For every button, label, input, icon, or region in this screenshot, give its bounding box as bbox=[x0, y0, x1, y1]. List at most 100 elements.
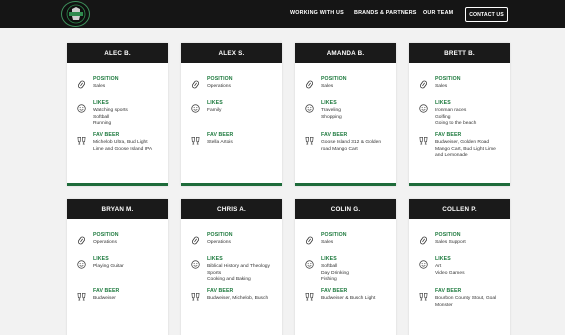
section-value: Bourbon County Stout, Goal Monster bbox=[435, 296, 505, 309]
logo-emblem-icon bbox=[66, 4, 85, 24]
value-line: Lime and Goose Island IPA bbox=[93, 146, 153, 152]
section-title: LIKES bbox=[207, 256, 223, 262]
card-accent-bar bbox=[409, 183, 510, 186]
member-name: CHRIS A. bbox=[181, 199, 282, 219]
smiley-icon bbox=[419, 256, 428, 269]
position-icon bbox=[419, 232, 428, 245]
member-name: ALEC B. bbox=[67, 43, 168, 63]
beer-glasses-icon bbox=[305, 288, 314, 301]
section-value: Michelob Ultra, Bud Light Lime and Goose … bbox=[93, 140, 163, 153]
value-line: Cooking and Baking bbox=[207, 277, 251, 283]
value-line: Family bbox=[207, 108, 222, 113]
beer-glasses-icon bbox=[305, 132, 314, 145]
section-value: Traveling Shopping bbox=[321, 108, 391, 121]
section-value: Watching sports Softball Running bbox=[93, 108, 163, 128]
section-value: Ironman races Golfing Going to the beach bbox=[435, 108, 505, 128]
section-value: Biblical History and Theology Sports Cooki… bbox=[207, 264, 277, 284]
value-line: Bourbon County Stout, Goal bbox=[435, 296, 497, 301]
section-title: FAV BEER bbox=[207, 288, 234, 294]
value-line: Ironman races bbox=[435, 108, 467, 113]
member-name: COLIN G. bbox=[295, 199, 396, 219]
section-value: Operations bbox=[207, 84, 277, 91]
member-name: BRYAN M. bbox=[67, 199, 168, 219]
value-line: Budweiser, Michelob, Busch bbox=[207, 296, 269, 301]
value-line: Running bbox=[93, 121, 112, 127]
section-title: FAV BEER bbox=[321, 288, 348, 294]
section-title: POSITION bbox=[321, 232, 347, 238]
section-value: Stella Artois bbox=[207, 140, 277, 147]
value-line: Watching sports bbox=[93, 108, 128, 113]
section-value: Sales Support bbox=[435, 240, 505, 247]
smiley-icon bbox=[77, 100, 86, 113]
team-member-card: AMANDA B. POSITION Sales LIKES Traveling Shop… bbox=[295, 43, 396, 186]
section-title: LIKES bbox=[435, 256, 451, 262]
position-icon bbox=[191, 76, 200, 89]
section-title: LIKES bbox=[93, 100, 109, 106]
value-line: Sales Support bbox=[435, 240, 466, 245]
smiley-icon bbox=[305, 100, 314, 113]
beer-glasses-icon bbox=[77, 288, 86, 301]
section-title: FAV BEER bbox=[207, 132, 234, 138]
member-name: COLLEN P. bbox=[409, 199, 510, 219]
section-title: LIKES bbox=[435, 100, 451, 106]
smiley-icon bbox=[191, 256, 200, 269]
smiley-icon bbox=[419, 100, 428, 113]
section-value: Sales bbox=[321, 84, 391, 91]
section-value: Family bbox=[207, 108, 277, 115]
smiley-icon bbox=[191, 100, 200, 113]
value-line: Fishing bbox=[321, 277, 337, 283]
value-line: Operations bbox=[207, 240, 231, 245]
section-title: FAV BEER bbox=[93, 288, 120, 294]
company-logo[interactable] bbox=[61, 1, 90, 27]
value-line: Stella Artois bbox=[207, 140, 233, 145]
card-accent-bar bbox=[295, 183, 396, 186]
beer-glasses-icon bbox=[191, 132, 200, 145]
team-member-card: COLLEN P. POSITION Sales Support LIKES Art Vi… bbox=[409, 199, 510, 335]
section-title: FAV BEER bbox=[321, 132, 348, 138]
card-accent-bar bbox=[67, 183, 168, 186]
team-member-card: CHRIS A. POSITION Operations LIKES Biblical … bbox=[181, 199, 282, 335]
beer-glasses-icon bbox=[191, 288, 200, 301]
beer-glasses-icon bbox=[419, 132, 428, 145]
section-value: Art Video Games bbox=[435, 264, 505, 277]
section-value: Sales bbox=[435, 84, 505, 91]
section-title: POSITION bbox=[435, 232, 461, 238]
section-value: Operations bbox=[93, 240, 163, 247]
position-icon bbox=[305, 232, 314, 245]
section-title: FAV BEER bbox=[435, 288, 462, 294]
section-title: LIKES bbox=[321, 100, 337, 106]
contact-us-button[interactable]: CONTACT US bbox=[465, 7, 508, 22]
value-line: Sales bbox=[435, 84, 448, 89]
section-value: Goose Island 312 & Golden road Mango Cart bbox=[321, 140, 391, 153]
value-line: Budweiser, Golden Road bbox=[435, 140, 490, 145]
section-title: POSITION bbox=[321, 76, 347, 82]
nav-link-brands-partners[interactable]: BRANDS & PARTNERS bbox=[354, 10, 417, 16]
beer-glasses-icon bbox=[419, 288, 428, 301]
nav-link-working-with-us[interactable]: WORKING WITH US bbox=[290, 10, 344, 16]
section-value: Sales bbox=[321, 240, 391, 247]
section-title: POSITION bbox=[207, 232, 233, 238]
section-value: Budweiser, Michelob, Busch bbox=[207, 296, 277, 303]
value-line: Michelob Ultra, Bud Light bbox=[93, 140, 148, 145]
section-title: POSITION bbox=[435, 76, 461, 82]
value-line: Sales bbox=[321, 84, 334, 89]
member-name: BRETT B. bbox=[409, 43, 510, 63]
position-icon bbox=[305, 76, 314, 89]
value-line: Playing Guitar bbox=[93, 264, 124, 269]
value-line: Sales bbox=[93, 84, 106, 89]
position-icon bbox=[77, 76, 86, 89]
section-value: Playing Guitar bbox=[93, 264, 163, 271]
value-line: road Mango Cart bbox=[321, 146, 358, 152]
position-icon bbox=[77, 232, 86, 245]
team-member-card: ALEX S. POSITION Operations LIKES Family FAV … bbox=[181, 43, 282, 186]
value-line: Goose Island 312 & Golden bbox=[321, 140, 382, 145]
section-title: LIKES bbox=[321, 256, 337, 262]
position-icon bbox=[419, 76, 428, 89]
value-line: Operations bbox=[207, 84, 231, 89]
nav-link-our-team[interactable]: OUR TEAM bbox=[423, 10, 453, 16]
section-value: Budweiser & Busch Light bbox=[321, 296, 391, 303]
smiley-icon bbox=[305, 256, 314, 269]
section-value: Softball Day Drinking Fishing bbox=[321, 264, 391, 284]
section-title: FAV BEER bbox=[93, 132, 120, 138]
value-line: and Lemonade bbox=[435, 153, 468, 159]
